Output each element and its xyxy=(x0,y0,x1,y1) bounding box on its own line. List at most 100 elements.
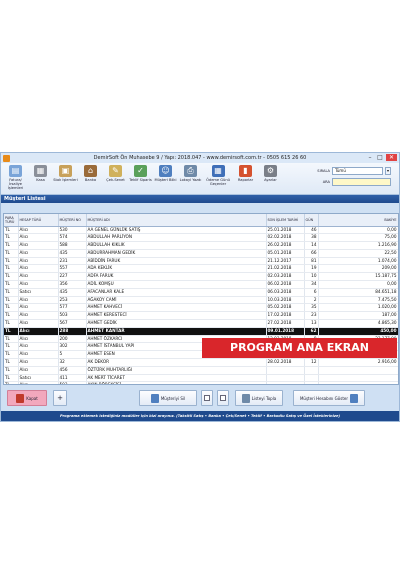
table-row[interactable]: TL Alıcı 503 AHMET KERESTECİ 17.02.2018 23 187… xyxy=(4,311,398,321)
checkbox-b[interactable] xyxy=(217,390,229,406)
toolbar-button-cheque[interactable]: ✎ Çek-Senet xyxy=(103,165,128,182)
customer-icon: ☺ xyxy=(159,165,172,177)
table-cell: 06.03.2018 xyxy=(266,288,305,297)
toolbar-label: Kasa xyxy=(36,178,45,182)
chart-icon: ▮ xyxy=(239,165,252,177)
table-row[interactable]: TL Alıcı 356 ADİL KOMŞU 06.02.2018 34 0,00 xyxy=(4,280,398,289)
main-window: DemirSoft Ön Muhasebe 9 / Yapı: 2018.047… xyxy=(0,152,400,422)
column-header[interactable]: MÜŞTERİ ADI xyxy=(86,214,267,227)
table-cell: 21.02.2018 xyxy=(266,264,305,274)
table-cell: 574 xyxy=(58,233,87,243)
table-row[interactable]: TL Alıcı 456 ÖZTÜRK MUHTARLIĞI xyxy=(4,366,398,375)
minimize-icon[interactable]: – xyxy=(366,154,374,161)
promo-banner: PROGRAM ANA EKRAN xyxy=(202,338,397,358)
table-cell: TL xyxy=(4,374,19,383)
table-cell: 1.216,90 xyxy=(318,241,398,250)
column-header[interactable]: MÜŞTERİ NO xyxy=(58,214,87,227)
search-input[interactable] xyxy=(332,178,391,186)
table-cell: Alıcı xyxy=(18,350,59,360)
table-cell: 0,00 xyxy=(318,280,398,289)
table-row[interactable]: TL Alıcı 227 ADFA FARUK 02.03.2018 10 15.187,7… xyxy=(4,272,398,282)
table-cell: 200 xyxy=(58,335,87,344)
add-button-label: + xyxy=(57,394,63,402)
table-cell: 253 xyxy=(58,296,87,305)
table-row[interactable]: TL Alıcı 288 AHMET KANTAR 09.01.2018 62 450,00 xyxy=(4,327,398,336)
table-cell: Alıcı xyxy=(18,241,59,250)
close-icon[interactable]: ✕ xyxy=(386,154,397,161)
table-cell: TL xyxy=(4,350,19,360)
table-cell: 26.02.2018 xyxy=(266,241,305,250)
toolbar-button-bank[interactable]: ⌂ Banka xyxy=(78,165,103,182)
table-cell: 02.03.2018 xyxy=(266,272,305,282)
sum-list-button[interactable]: Listeyi Topla xyxy=(235,390,283,406)
table-cell: 62 xyxy=(304,327,319,336)
toolbar-button-chart[interactable]: ▮ Raporlar xyxy=(233,165,258,182)
toolbar-button-offer[interactable]: ✓ Teklif Siparis xyxy=(128,165,153,182)
toolbar-button-invoice[interactable]: ▤ Fatura/İrsaliye İşlemleri xyxy=(3,165,28,190)
table-cell: Satıcı xyxy=(18,288,59,297)
delete-customer-button[interactable]: Müşteriyi Sil xyxy=(139,390,197,406)
table-cell: 2 xyxy=(304,296,319,305)
customer-grid[interactable]: PARA TÜRÜ HESAP TÜRÜ MÜŞTERİ NO MÜŞTERİ ADI… xyxy=(3,213,399,385)
table-cell: 35 xyxy=(304,303,319,313)
table-row[interactable]: TL Alıcı 577 AHMET KAHVECİ 05.02.2018 35 1.020… xyxy=(4,303,398,313)
table-cell: 05.01.2018 xyxy=(266,249,305,258)
calendar-icon: ▦ xyxy=(211,165,225,177)
table-row[interactable]: TL Alıcı 557 ADA KEKLİK 21.02.2018 19 209,00 xyxy=(4,264,398,274)
toolbar-label: Müşteri Bilki xyxy=(154,178,177,182)
toolbar-label: Teklif Siparis xyxy=(129,178,152,182)
bottom-bar: Kapat + Müşteriyi Sil Listeyi Topla Müşt… xyxy=(1,385,399,411)
table-cell: 05.02.2018 xyxy=(266,303,305,313)
footer-note: Programa eklemek istediğiniz modüller iç… xyxy=(1,411,399,421)
table-cell: Alıcı xyxy=(18,296,59,305)
table-row[interactable]: TL Alıcı 435 ABDURRAHMAN GEDİK 05.01.2018 66 2… xyxy=(4,249,398,258)
table-cell: 1.020,00 xyxy=(318,303,398,313)
printer-icon: ⎙ xyxy=(184,165,197,177)
table-row[interactable]: TL Alıcı 567 AHMET GEDİK 27.02.2018 13 4.865,3… xyxy=(4,319,398,328)
table-row[interactable]: TL Alıcı 588 ABDULLAH KIKLIK 26.02.2018 14 1.2… xyxy=(4,241,398,250)
column-header[interactable]: BAKİYE xyxy=(318,214,398,227)
column-header[interactable]: GÜN xyxy=(304,214,319,227)
toolbar-button-calendar[interactable]: ▦ Ödeme Günü Geçenler xyxy=(203,165,233,186)
delete-customer-label: Müşteriyi Sil xyxy=(160,395,186,401)
close-button[interactable]: Kapat xyxy=(7,390,47,406)
table-cell xyxy=(304,374,319,383)
table-cell: 302 xyxy=(58,342,87,352)
sort-select[interactable]: Tümü xyxy=(332,167,383,175)
toolbar-button-box[interactable]: ▣ Stok İşlemleri xyxy=(53,165,78,182)
table-cell: TL xyxy=(4,303,19,313)
maximize-icon[interactable]: □ xyxy=(376,154,384,161)
checkbox-a[interactable] xyxy=(201,390,213,406)
toolbar-button-cash-register[interactable]: ▦ Kasa xyxy=(28,165,53,182)
chevron-down-icon[interactable]: ▾ xyxy=(385,167,391,175)
column-header[interactable]: PARA TÜRÜ xyxy=(4,214,19,227)
table-row[interactable]: TL Alıcı 231 ABİDDİN FARUK 21.12.2017 81 1.074… xyxy=(4,257,398,266)
table-row[interactable]: TL Alıcı 574 ABDULLAH PARLİYON 02.02.2018 38 7… xyxy=(4,233,398,243)
table-cell: 02.02.2018 xyxy=(266,233,305,243)
bank-icon: ⌂ xyxy=(84,165,97,177)
add-button[interactable]: + xyxy=(53,390,67,406)
table-row[interactable]: TL Alıcı 530 AA GENEL GÜNLÜK SATIŞ 25.01.201… xyxy=(4,226,398,235)
table-cell: ABDURRAHMAN GEDİK xyxy=(86,249,267,258)
table-cell: TL xyxy=(4,335,19,344)
toolbar-button-gear[interactable]: ⚙ Ayarlar xyxy=(258,165,283,182)
toolbar-button-printer[interactable]: ⎙ Lokayl Yazdı xyxy=(178,165,203,182)
title-bar: DemirSoft Ön Muhasebe 9 / Yapı: 2018.047… xyxy=(1,153,399,163)
user-icon xyxy=(350,393,358,403)
table-cell: 13 xyxy=(304,319,319,328)
table-cell: TL xyxy=(4,296,19,305)
column-header[interactable]: HESAP TÜRÜ xyxy=(18,214,59,227)
window-title: DemirSoft Ön Muhasebe 9 / Yapı: 2018.047… xyxy=(93,155,307,161)
table-cell: AHMET KANTAR xyxy=(86,327,267,336)
table-row[interactable]: TL Satıcı 411 AK MERT TİCARET xyxy=(4,374,398,383)
table-row[interactable]: TL Alıcı 253 AĞAKOY CAMİ 10.03.2018 2 7.475,50 xyxy=(4,296,398,305)
column-header[interactable]: SON İŞLEM TARİHİ xyxy=(266,214,305,227)
cash-register-icon: ▦ xyxy=(34,165,47,177)
show-account-button[interactable]: Müşteri Hesabını Göster xyxy=(293,390,365,406)
toolbar-button-customer[interactable]: ☺ Müşteri Bilki xyxy=(153,165,178,182)
table-row[interactable]: TL Alıcı 32 AK DEKOR 28.02.2018 12 2.916,00 xyxy=(4,358,398,367)
table-cell: 5 xyxy=(58,350,87,360)
table-row[interactable]: TL Satıcı 435 AFACANLAR KALE 06.03.2018 6 84.6… xyxy=(4,288,398,297)
table-cell: 288 xyxy=(58,327,87,336)
table-cell: 19 xyxy=(304,264,319,274)
